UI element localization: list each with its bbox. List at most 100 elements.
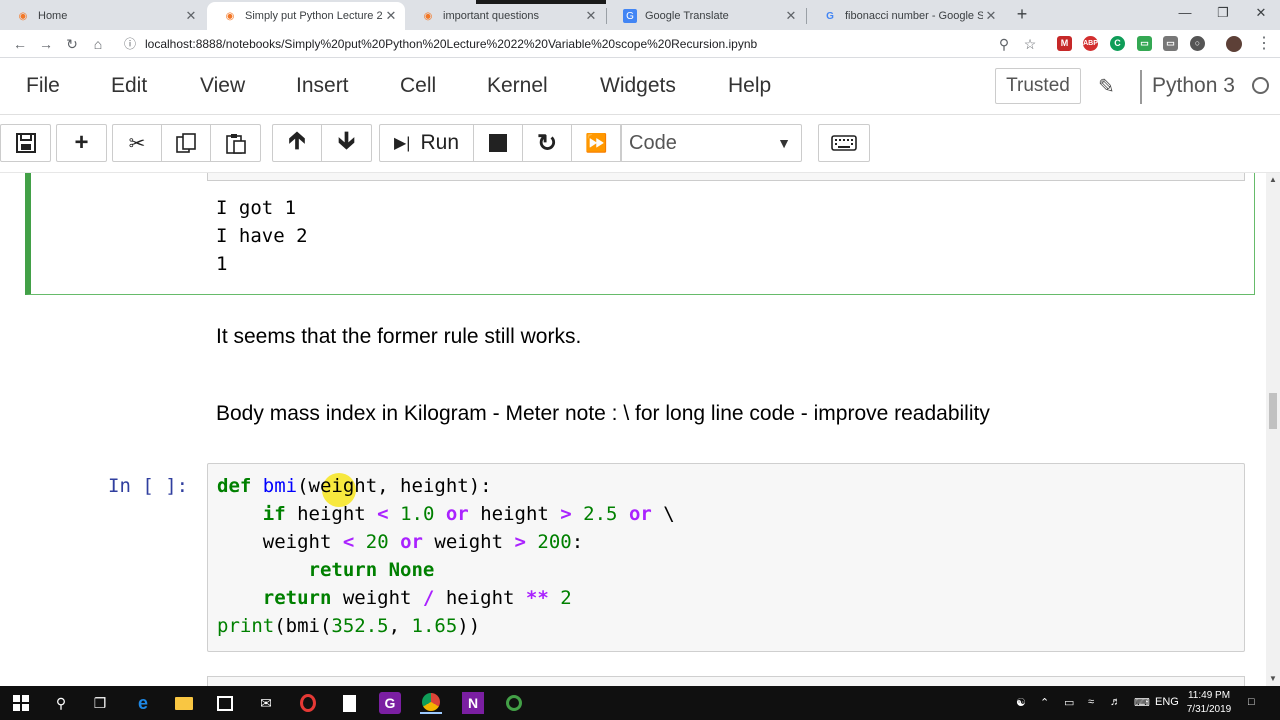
volume-icon[interactable]: ♬ xyxy=(1110,696,1121,708)
new-tab-button[interactable]: + xyxy=(1012,2,1032,28)
next-code-cell[interactable] xyxy=(207,676,1245,686)
menu-view[interactable]: View xyxy=(200,74,245,98)
close-icon[interactable]: ✕ xyxy=(783,8,799,24)
output-line: 1 xyxy=(216,253,228,275)
system-clock[interactable]: 11:49 PM 7/31/2019 xyxy=(1178,689,1240,717)
extension-cast-icon[interactable]: ▭ xyxy=(1137,36,1152,51)
restart-button[interactable]: ↻ xyxy=(523,125,572,161)
previous-code-input[interactable] xyxy=(207,173,1245,181)
adblock-icon[interactable]: ABP xyxy=(1083,36,1098,51)
extension-red-icon[interactable]: M xyxy=(1057,36,1072,51)
paste-icon xyxy=(225,134,246,154)
copy-button[interactable] xyxy=(162,125,211,161)
tab-fibonacci-search[interactable]: G fibonacci number - Google Searc ✕ xyxy=(807,2,1005,30)
battery-icon[interactable]: ▭ xyxy=(1064,696,1074,709)
info-icon[interactable]: ⓘ xyxy=(120,34,140,54)
menu-insert[interactable]: Insert xyxy=(296,74,349,98)
close-icon[interactable]: ✕ xyxy=(183,8,199,24)
tab-lecture-22[interactable]: ◉ Simply put Python Lecture 22 Va ✕ xyxy=(207,2,405,30)
close-icon[interactable]: ✕ xyxy=(983,8,999,24)
interrupt-button[interactable] xyxy=(474,125,523,161)
move-up-button[interactable]: 🡱 xyxy=(273,125,322,161)
maximize-icon[interactable]: ❐ xyxy=(1204,0,1242,28)
jupyter-icon: ◉ xyxy=(423,10,433,22)
markdown-text: Body mass index in Kilogram - Meter note… xyxy=(216,402,990,425)
restart-run-all-button[interactable]: ⏩ xyxy=(572,125,621,161)
pencil-icon[interactable]: ✎ xyxy=(1098,74,1115,99)
menu-kernel[interactable]: Kernel xyxy=(487,74,548,98)
notifications-icon[interactable]: □ xyxy=(1248,696,1255,708)
scrollbar-thumb[interactable] xyxy=(1269,393,1277,429)
insert-cell-button[interactable]: + xyxy=(57,125,106,161)
jupyter-icon: ◉ xyxy=(18,10,28,22)
extension-green-icon[interactable]: C xyxy=(1110,36,1125,51)
code-line: weight < 20 or weight > 200: xyxy=(217,531,584,553)
more-menu-icon[interactable]: ⋮ xyxy=(1254,34,1274,54)
keyboard-tray-icon[interactable]: ⌨ xyxy=(1134,696,1150,709)
opera-icon[interactable] xyxy=(297,692,319,714)
menu-file[interactable]: File xyxy=(26,74,60,98)
tab-important-questions[interactable]: ◉ important questions ✕ xyxy=(405,2,605,30)
back-icon[interactable]: ← xyxy=(10,34,30,54)
code-line: print(bmi(352.5, 1.65)) xyxy=(217,615,481,637)
store-icon[interactable] xyxy=(214,692,236,714)
tab-home[interactable]: ◉ Home ✕ xyxy=(0,2,205,30)
move-down-button[interactable]: 🡳 xyxy=(322,125,371,161)
close-icon[interactable]: ✕ xyxy=(583,8,599,24)
url-bar[interactable]: localhost:8888/notebooks/Simply%20put%20… xyxy=(145,37,757,51)
extension-circle-icon[interactable]: ○ xyxy=(1190,36,1205,51)
kernel-name[interactable]: Python 3 xyxy=(1152,74,1235,98)
wifi-icon[interactable]: ≈ xyxy=(1088,696,1094,708)
onenote-icon[interactable]: N xyxy=(462,692,484,714)
extension-gray-icon[interactable]: ▭ xyxy=(1163,36,1178,51)
search-icon[interactable]: ⚲ xyxy=(50,692,72,714)
scroll-up-icon[interactable]: ▲ xyxy=(1266,173,1280,187)
chevron-up-icon[interactable]: ⌃ xyxy=(1040,696,1049,709)
vertical-scrollbar[interactable]: ▲ ▼ xyxy=(1266,173,1280,686)
app-purple-icon[interactable]: G xyxy=(379,692,401,714)
stop-icon xyxy=(489,134,507,152)
close-window-icon[interactable]: ✕ xyxy=(1242,0,1280,28)
selected-cell[interactable] xyxy=(25,173,1255,295)
windows-start-icon[interactable] xyxy=(10,692,32,714)
task-view-icon[interactable]: ❐ xyxy=(89,692,111,714)
menu-cell[interactable]: Cell xyxy=(400,74,436,98)
jupyter-menubar: File Edit View Insert Cell Kernel Widget… xyxy=(0,58,1280,115)
language-indicator[interactable]: ENG xyxy=(1155,696,1179,708)
zoom-icon[interactable]: ⚲ xyxy=(994,34,1014,54)
file-explorer-icon[interactable] xyxy=(173,692,195,714)
save-icon xyxy=(15,133,36,153)
close-icon[interactable]: ✕ xyxy=(383,8,399,24)
reload-icon[interactable]: ↻ xyxy=(62,34,82,54)
people-icon[interactable]: ☯ xyxy=(1016,696,1026,709)
cell-type-select[interactable]: Code ▼ xyxy=(620,124,802,162)
browser-navbar: ← → ↻ ⌂ ⓘ localhost:8888/notebooks/Simpl… xyxy=(0,30,1280,58)
cut-button[interactable]: ✂ xyxy=(113,125,162,161)
keyboard-icon xyxy=(831,135,857,151)
command-palette-button[interactable] xyxy=(818,124,870,162)
mail-icon[interactable]: ✉ xyxy=(255,692,277,714)
forward-icon[interactable]: → xyxy=(36,34,56,54)
scroll-down-icon[interactable]: ▼ xyxy=(1266,672,1280,686)
fast-forward-icon: ⏩ xyxy=(585,132,608,153)
run-button[interactable]: ▶​| Run xyxy=(380,125,474,161)
output-line: I have 2 xyxy=(216,225,308,247)
minimize-icon[interactable]: — xyxy=(1166,0,1204,28)
copy-icon xyxy=(176,133,196,153)
chrome-icon[interactable] xyxy=(420,692,442,714)
google-translate-icon: G xyxy=(623,9,637,23)
notepad-icon[interactable] xyxy=(338,692,360,714)
trusted-indicator[interactable]: Trusted xyxy=(995,68,1081,104)
menu-help[interactable]: Help xyxy=(728,74,771,98)
menu-edit[interactable]: Edit xyxy=(111,74,147,98)
edge-icon[interactable]: e xyxy=(132,692,154,714)
menu-widgets[interactable]: Widgets xyxy=(600,74,676,98)
code-line: return None xyxy=(308,559,435,581)
tab-google-translate[interactable]: G Google Translate ✕ xyxy=(607,2,805,30)
avatar[interactable] xyxy=(1226,36,1242,52)
save-button[interactable] xyxy=(1,125,50,161)
home-icon[interactable]: ⌂ xyxy=(88,34,108,54)
star-icon[interactable]: ☆ xyxy=(1020,34,1040,54)
paste-button[interactable] xyxy=(211,125,260,161)
refresh-app-icon[interactable] xyxy=(503,692,525,714)
